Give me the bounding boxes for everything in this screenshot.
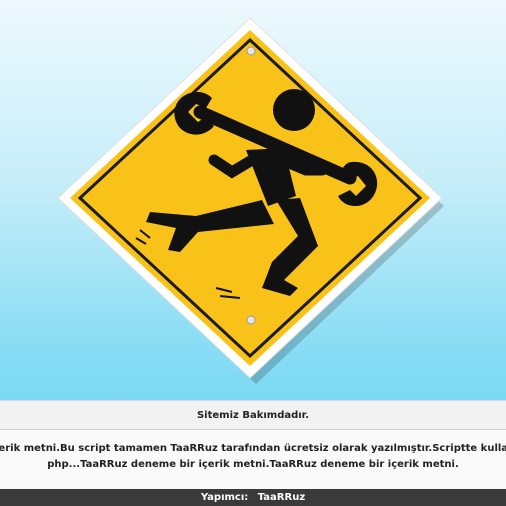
bolt-top-icon (246, 46, 256, 56)
content-text-line-1: bir içerik metni.Bu script tamamen TaaRR… (0, 443, 506, 454)
sign-body (70, 30, 430, 366)
page-title: Sitemiz Bakımdadır. (196, 410, 309, 421)
notice-content: bir içerik metni.Bu script tamamen TaaRR… (0, 430, 506, 489)
maintenance-sign (57, 17, 444, 384)
footer: Yapımcı: TaaRRuz (0, 489, 506, 506)
footer-author: TaaRRuz (257, 492, 306, 503)
bolt-bottom-icon (246, 315, 256, 325)
footer-label: Yapımcı: (200, 492, 249, 503)
notice-title-bar: Sitemiz Bakımdadır. (0, 400, 506, 430)
content-text-line-2: php...TaaRRuz deneme bir içerik metni.Ta… (47, 459, 459, 470)
